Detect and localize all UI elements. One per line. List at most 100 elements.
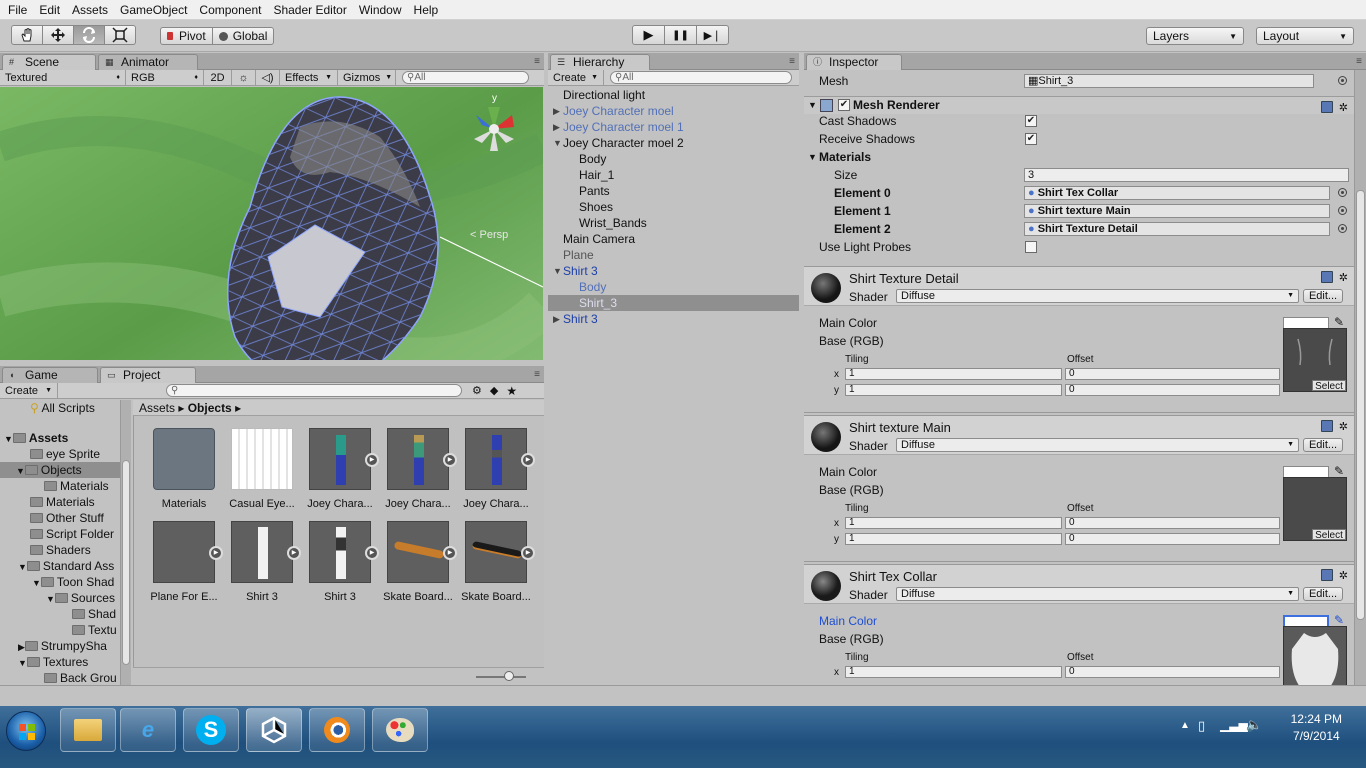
offset-x-input[interactable]: 0	[1065, 666, 1280, 678]
hierarchy-item-wrist-bands[interactable]: Wrist_Bands	[548, 215, 799, 231]
asset-plane[interactable]: ▶ Plane For E...	[148, 521, 223, 603]
hierarchy-item-directional-light[interactable]: Directional light	[548, 87, 799, 103]
chevron-down-icon[interactable]: ▼	[808, 100, 817, 110]
crumb-assets[interactable]: Assets	[139, 401, 175, 415]
tab-project[interactable]: ▭ Project	[100, 367, 196, 383]
play-icon[interactable]: ▶	[443, 546, 457, 560]
eyedropper-icon[interactable]: ✎	[1334, 315, 1344, 329]
menu-component[interactable]: Component	[193, 0, 267, 20]
size-input[interactable]: 3	[1024, 168, 1349, 182]
play-icon[interactable]: ▶	[365, 453, 379, 467]
tab-game[interactable]: ◖ Game	[2, 367, 98, 383]
tree-item-standard-assets[interactable]: ▼ Standard Ass	[18, 558, 114, 574]
hierarchy-item-shirt-3-second[interactable]: ▶ Shirt 3	[548, 311, 799, 327]
asset-materials-folder[interactable]: Materials	[148, 428, 220, 510]
step-button[interactable]: ▶❘	[696, 25, 729, 45]
project-create-dropdown[interactable]: Create ▼	[0, 383, 58, 398]
tree-item-textures-sub[interactable]: Textu	[72, 622, 117, 638]
object-picker-icon[interactable]	[1338, 224, 1347, 233]
thumbnail-size-slider[interactable]	[476, 671, 526, 681]
tiling-x-input[interactable]: 1	[845, 666, 1062, 678]
hierarchy-item-hair[interactable]: Hair_1	[548, 167, 799, 183]
favorite-star-icon[interactable]: ★	[506, 384, 517, 398]
menu-window[interactable]: Window	[353, 0, 408, 20]
object-picker-icon[interactable]	[1338, 206, 1347, 215]
crumb-objects[interactable]: Objects	[188, 401, 232, 415]
chevron-right-icon[interactable]: ▶	[553, 119, 560, 135]
speaker-muted-icon[interactable]: 🔈	[1246, 717, 1262, 733]
2d-toggle[interactable]: 2D	[204, 70, 232, 85]
chevron-right-icon[interactable]: ▶	[18, 642, 25, 652]
hierarchy-item-main-camera[interactable]: Main Camera	[548, 231, 799, 247]
gizmos-dropdown[interactable]: Gizmos ▼	[338, 70, 396, 85]
chevron-right-icon[interactable]: ▶	[553, 311, 560, 327]
tree-item-textures[interactable]: ▼ Textures	[18, 654, 88, 670]
filter-label-icon[interactable]: ◆	[490, 384, 498, 397]
rotate-tool-button[interactable]	[73, 25, 105, 45]
mesh-field[interactable]: ▦Shirt_3	[1024, 74, 1314, 88]
scene-search-input[interactable]: ⚲ All	[402, 71, 529, 84]
pivot-button[interactable]: Pivot	[160, 27, 213, 45]
shader-edit-button[interactable]: Edit...	[1303, 438, 1343, 452]
asset-joey-1[interactable]: ▶ Joey Chara...	[304, 428, 379, 510]
persp-label[interactable]: < Persp	[470, 229, 508, 241]
eyedropper-icon[interactable]: ✎	[1334, 464, 1344, 478]
shader-edit-button[interactable]: Edit...	[1303, 587, 1343, 601]
shader-edit-button[interactable]: Edit...	[1303, 289, 1343, 303]
scale-tool-button[interactable]	[104, 25, 136, 45]
menu-gameobject[interactable]: GameObject	[114, 0, 193, 20]
hierarchy-item-joey-1[interactable]: ▶ Joey Character moel 1	[548, 119, 799, 135]
menu-shader-editor[interactable]: Shader Editor	[267, 0, 352, 20]
lighting-toggle[interactable]: ☼	[232, 70, 256, 85]
chevron-down-icon[interactable]: ▼	[46, 594, 55, 604]
asset-joey-2[interactable]: ▶ Joey Chara...	[382, 428, 457, 510]
taskbar-internet-explorer[interactable]: e	[120, 708, 176, 752]
play-icon[interactable]: ▶	[521, 546, 535, 560]
light-probes-checkbox[interactable]	[1025, 241, 1037, 253]
scene-viewport[interactable]: y < Persp	[0, 87, 543, 360]
tree-item-script-folder[interactable]: Script Folder	[30, 526, 114, 542]
layout-dropdown[interactable]: Layout ▼	[1256, 27, 1354, 45]
hierarchy-item-shirt-3-mesh[interactable]: Shirt_3	[548, 295, 799, 311]
gear-icon[interactable]: ✲	[1339, 420, 1348, 433]
tiling-y-input[interactable]: 1	[845, 384, 1062, 396]
filter-type-icon[interactable]: ⚙	[472, 384, 482, 397]
object-picker-icon[interactable]	[1338, 76, 1347, 85]
help-book-icon[interactable]	[1320, 569, 1333, 581]
play-icon[interactable]: ▶	[443, 453, 457, 467]
start-button[interactable]	[6, 711, 46, 751]
hierarchy-item-joey[interactable]: ▶ Joey Character moel	[548, 103, 799, 119]
tree-item-objects[interactable]: ▼ Objects	[0, 462, 120, 478]
taskbar-skype[interactable]: S	[183, 708, 239, 752]
network-signal-icon[interactable]: ▁▃▅	[1220, 718, 1248, 732]
texture-select-button[interactable]: Select	[1312, 529, 1346, 541]
panel-menu-icon[interactable]: ≡	[1356, 56, 1362, 67]
chevron-down-icon[interactable]: ▼	[18, 562, 27, 572]
object-picker-icon[interactable]	[1338, 188, 1347, 197]
chevron-down-icon[interactable]: ▼	[16, 466, 25, 476]
materials-row[interactable]: ▼ Materials	[804, 148, 1354, 166]
asset-shirt-3-b[interactable]: ▶ Shirt 3	[304, 521, 379, 603]
effects-dropdown[interactable]: Effects ▼	[280, 70, 338, 85]
taskbar-blender[interactable]	[309, 708, 365, 752]
offset-y-input[interactable]: 0	[1065, 533, 1280, 545]
receive-shadows-checkbox[interactable]: ✔	[1025, 133, 1037, 145]
tree-item-materials[interactable]: Materials	[30, 494, 95, 510]
tiling-y-input[interactable]: 1	[845, 533, 1062, 545]
menu-assets[interactable]: Assets	[66, 0, 114, 20]
play-icon[interactable]: ▶	[365, 546, 379, 560]
asset-joey-3[interactable]: ▶ Joey Chara...	[460, 428, 535, 510]
texture-slot[interactable]	[1283, 626, 1347, 685]
project-search-input[interactable]: ⚲	[166, 384, 462, 397]
tree-item-assets[interactable]: ▼ Assets	[4, 430, 68, 446]
shader-dropdown[interactable]: Diffuse ▼	[896, 289, 1299, 303]
play-icon[interactable]: ▶	[209, 546, 223, 560]
tree-scrollbar[interactable]	[120, 400, 131, 685]
tab-hierarchy[interactable]: ☰ Hierarchy	[550, 54, 650, 70]
element-2-field[interactable]: ● Shirt Texture Detail	[1024, 222, 1330, 236]
chevron-right-icon[interactable]: ▶	[553, 103, 560, 119]
tree-item-sources[interactable]: ▼ Sources	[46, 590, 115, 606]
texture-slot[interactable]: Select	[1283, 328, 1347, 392]
play-icon[interactable]: ▶	[287, 546, 301, 560]
asset-skateboard-a[interactable]: ▶ Skate Board...	[382, 521, 457, 603]
